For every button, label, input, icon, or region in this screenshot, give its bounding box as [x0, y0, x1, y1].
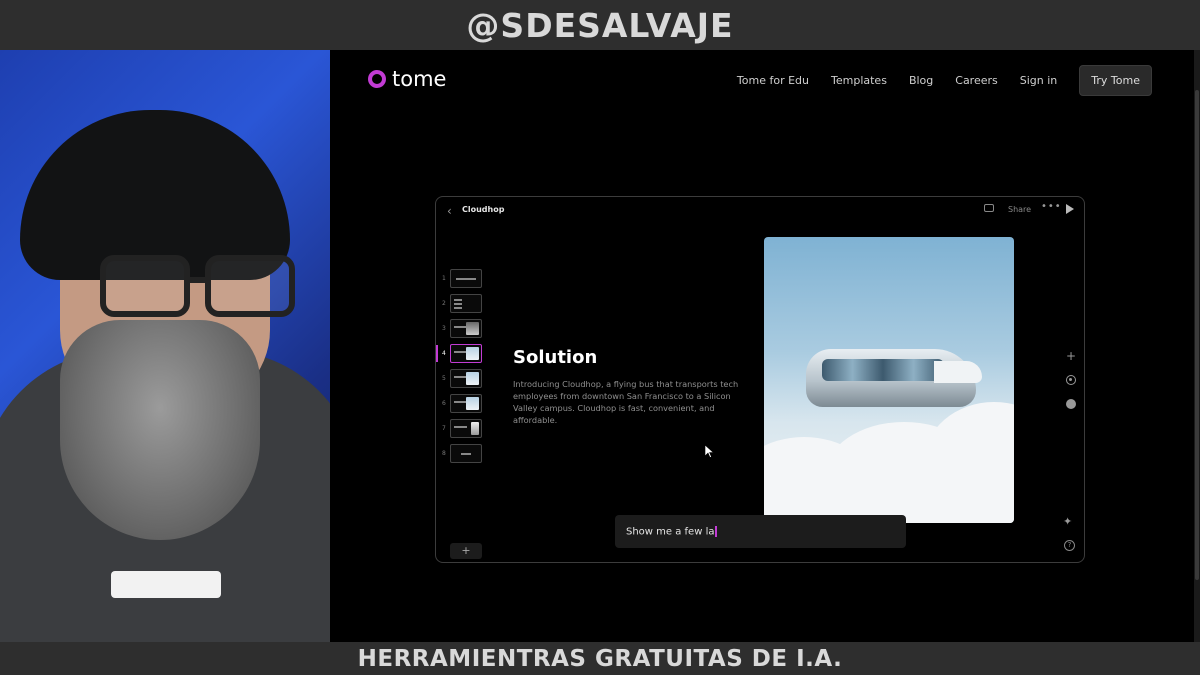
logo-text: tome [392, 67, 447, 91]
thumbnail-7[interactable]: 7 [436, 417, 496, 442]
thumbnail-3[interactable]: 3 [436, 317, 496, 342]
page-thumbnails: 1 2 3 4 5 6 7 8 + [436, 267, 496, 559]
doc-title: Cloudhop [462, 205, 505, 214]
thumbnail-number: 7 [442, 425, 446, 432]
thumbnail-preview[interactable] [450, 369, 482, 388]
more-icon[interactable]: ••• [1041, 201, 1062, 212]
thumbnail-preview[interactable] [450, 419, 482, 438]
top-nav: Tome for Edu Templates Blog Careers Sign… [715, 65, 1152, 96]
video-caption: HERRAMIENTRAS GRATUITAS DE I.A. [357, 645, 843, 672]
bottom-banner: HERRAMIENTRAS GRATUITAS DE I.A. [0, 642, 1200, 675]
editor-header: ‹ Cloudhop Share ••• [436, 197, 1084, 223]
top-banner: @SDESALVAJE [0, 0, 1200, 50]
thumbnail-image [466, 322, 479, 335]
thumbnail-text-line [454, 299, 462, 301]
record-icon[interactable] [1066, 375, 1076, 385]
thumbnail-preview[interactable] [450, 294, 482, 313]
thumbnail-image [466, 372, 479, 385]
thumbnail-text-line [454, 426, 467, 428]
thumbnail-number: 1 [442, 275, 446, 282]
page-scrollbar[interactable] [1194, 50, 1200, 642]
thumbnail-preview[interactable] [450, 394, 482, 413]
thumbnail-preview[interactable] [450, 269, 482, 288]
text-caret [715, 526, 717, 537]
play-icon[interactable] [1066, 204, 1074, 214]
thumbnail-number: 8 [442, 450, 446, 457]
thumbnail-image [471, 422, 479, 435]
video-frame: @SDESALVAJE tome Tome for Edu Templates … [0, 0, 1200, 675]
chevron-left-icon[interactable]: ‹ [447, 204, 452, 218]
flying-bus-nose [934, 361, 982, 383]
thumbnail-number: 2 [442, 300, 446, 307]
presenter-beard [60, 320, 260, 540]
scrollbar-thumb[interactable] [1195, 90, 1199, 580]
glasses-lens-left [100, 255, 190, 317]
tome-editor-preview: ‹ Cloudhop Share ••• 1 2 3 4 5 6 7 8 + S… [435, 196, 1085, 563]
plus-icon[interactable]: + [1064, 349, 1078, 363]
ai-prompt-box[interactable]: Show me a few la [615, 515, 906, 548]
thumbnail-5[interactable]: 5 [436, 367, 496, 392]
share-button[interactable]: Share [1008, 205, 1031, 214]
presenter-glasses [100, 255, 300, 325]
screen-capture: tome Tome for Edu Templates Blog Careers… [330, 50, 1200, 642]
thumbnail-text-line [456, 278, 476, 280]
thumbnail-text-line [454, 303, 462, 305]
add-page-button[interactable]: + [450, 543, 482, 559]
nav-templates[interactable]: Templates [831, 74, 887, 87]
webcam-feed [0, 50, 330, 642]
thumbnail-6[interactable]: 6 [436, 392, 496, 417]
ai-prompt-input[interactable]: Show me a few la [626, 526, 717, 538]
thumbnail-preview[interactable] [450, 319, 482, 338]
active-thumbnail-indicator [436, 345, 438, 362]
slide-image-flying-bus[interactable] [764, 237, 1014, 523]
thumbnail-text-line [454, 307, 462, 309]
thumbnail-image [466, 347, 479, 360]
slide-title[interactable]: Solution [513, 347, 597, 368]
nav-tome-for-edu[interactable]: Tome for Edu [737, 74, 809, 87]
nav-sign-in[interactable]: Sign in [1020, 74, 1058, 87]
nav-careers[interactable]: Careers [955, 74, 998, 87]
glasses-lens-right [205, 255, 295, 317]
thumbnail-2[interactable]: 2 [436, 292, 496, 317]
nav-blog[interactable]: Blog [909, 74, 933, 87]
sparkle-icon[interactable]: ✦ [1063, 515, 1072, 528]
tome-logo-icon [368, 70, 386, 88]
comment-icon[interactable] [984, 204, 994, 212]
thumbnail-number: 6 [442, 400, 446, 407]
try-tome-button[interactable]: Try Tome [1079, 65, 1152, 96]
tome-logo[interactable]: tome [368, 67, 446, 91]
thumbnail-number: 5 [442, 375, 446, 382]
flying-bus-windows [822, 359, 944, 381]
help-icon[interactable]: ? [1064, 540, 1075, 551]
thumbnail-number: 3 [442, 325, 446, 332]
channel-handle: @SDESALVAJE [466, 5, 734, 45]
thumbnail-4[interactable]: 4 [436, 342, 496, 367]
thumbnail-1[interactable]: 1 [436, 267, 496, 292]
thumbnail-image [466, 397, 479, 410]
ai-prompt-value: Show me a few la [626, 526, 715, 538]
thumbnail-text-line [461, 453, 471, 455]
thumbnail-preview-active[interactable] [450, 344, 482, 363]
thumbnail-preview[interactable] [450, 444, 482, 463]
thumbnail-8[interactable]: 8 [436, 442, 496, 467]
cursor-arrow-icon [705, 445, 714, 458]
palette-icon[interactable] [1066, 399, 1076, 409]
webcam-label-placeholder [111, 571, 221, 598]
slide-body[interactable]: Introducing Cloudhop, a flying bus that … [513, 378, 753, 426]
thumbnail-number: 4 [442, 350, 446, 357]
